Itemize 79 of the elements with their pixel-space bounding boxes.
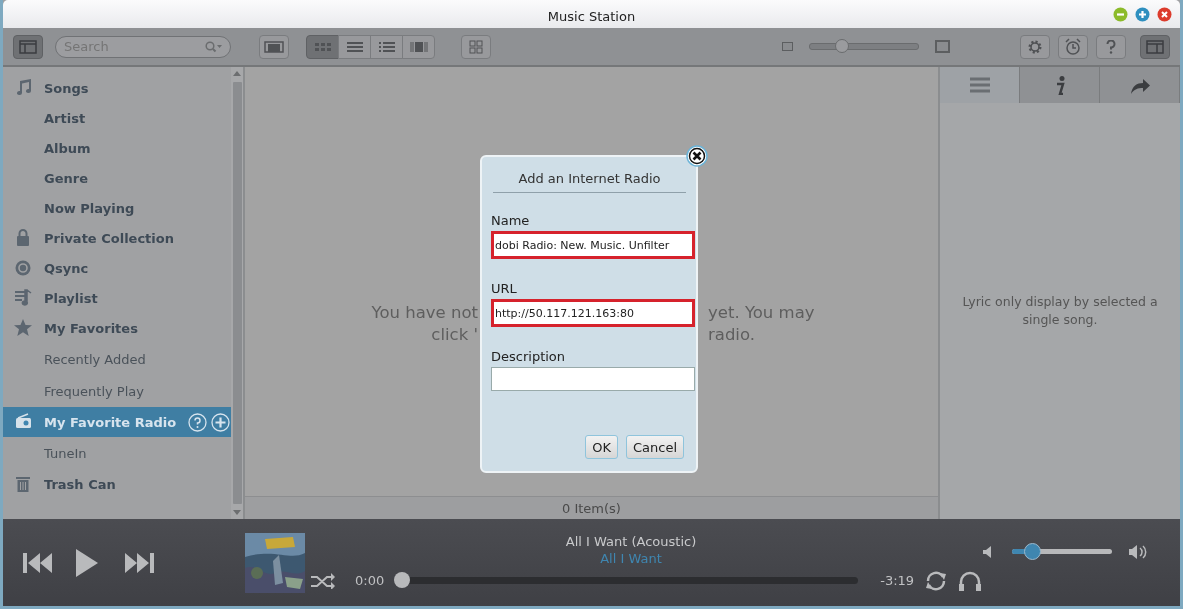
play-button[interactable] <box>75 548 99 577</box>
view-mode-button[interactable] <box>402 34 435 59</box>
list-tab[interactable] <box>940 67 1020 103</box>
input-field[interactable]: http://50.117.121.163:80 <box>491 299 695 327</box>
large-thumbnail-icon <box>935 40 950 53</box>
empty-message: yet. You may <box>708 301 816 324</box>
question-mark-icon <box>1106 39 1116 54</box>
field-label: URL <box>491 281 517 296</box>
view-mode-button[interactable] <box>370 34 403 59</box>
info-icon <box>1054 75 1065 95</box>
sidebar-item[interactable]: My Favorite Radio <box>3 407 231 437</box>
scrollbar[interactable] <box>231 67 243 519</box>
star-icon <box>13 318 33 338</box>
panel-toggle-button[interactable] <box>1140 34 1170 59</box>
empty-message: You have not <box>370 301 478 324</box>
remaining-time: -3:19 <box>880 573 915 588</box>
close-icon[interactable] <box>1157 7 1172 22</box>
dialog-title: Add an Internet Radio <box>493 171 686 193</box>
grid-icon <box>313 41 332 52</box>
window-title: Music Station <box>547 8 636 24</box>
cover-flow-button[interactable] <box>259 34 289 59</box>
minimize-icon[interactable] <box>1113 7 1128 22</box>
sidebar-item[interactable]: Playlist <box>3 283 231 313</box>
volume-high-icon[interactable] <box>1128 543 1148 560</box>
view-mode-button[interactable] <box>338 34 371 59</box>
alarm-button[interactable] <box>1058 34 1088 59</box>
item-count: 0 Item(s) <box>245 496 938 519</box>
sidebar-item[interactable]: Private Collection <box>3 223 231 253</box>
sidebar-item[interactable]: Songs <box>3 73 231 103</box>
sidebar-toggle-button[interactable] <box>13 34 43 59</box>
maximize-icon[interactable] <box>1135 7 1150 22</box>
scroll-up-icon[interactable] <box>233 71 241 76</box>
repeat-icon[interactable] <box>924 569 949 592</box>
trash-icon <box>13 474 33 494</box>
field-label: Description <box>491 349 566 364</box>
input-field[interactable] <box>491 367 695 391</box>
sidebar-item[interactable]: Now Playing <box>3 193 231 223</box>
empty-message: click ' <box>430 323 478 346</box>
sidebar-item[interactable]: Trash Can <box>3 469 231 499</box>
sidebar-item[interactable]: Genre <box>3 163 231 193</box>
multi-select-button[interactable] <box>461 34 491 59</box>
ok-button[interactable]: OK <box>585 435 618 459</box>
headphones-icon[interactable] <box>958 569 983 592</box>
sidebar-item[interactable]: Recently Added <box>3 343 231 375</box>
sidebar-item[interactable]: Artist <box>3 103 231 133</box>
menu-icon <box>968 75 991 95</box>
input-field[interactable]: dobi Radio: New. Music. Unfilter <box>491 231 695 259</box>
sidebar-item[interactable]: Frequently Play <box>3 375 231 407</box>
field-label: Name <box>491 213 530 228</box>
song-title: All I Want (Acoustic) <box>565 533 697 549</box>
shuffle-icon[interactable] <box>311 572 335 589</box>
settings-icon <box>1027 38 1043 55</box>
close-button[interactable] <box>686 145 708 167</box>
sidebar-item[interactable]: My Favorites <box>3 313 231 343</box>
lyric-note: Lyric only display by selected a single song. <box>961 293 1159 329</box>
sidebar-item[interactable]: Album <box>3 133 231 163</box>
settings-button[interactable] <box>1020 34 1050 59</box>
alarm-clock-icon <box>1064 38 1082 55</box>
checkbox-grid-icon <box>469 39 483 54</box>
cancel-button[interactable]: Cancel <box>625 435 684 459</box>
artist-link[interactable]: All I Want <box>600 550 662 566</box>
sidebar-item[interactable]: Qsync <box>3 253 231 283</box>
add-icon[interactable] <box>211 412 231 432</box>
detail-list-icon <box>377 41 396 52</box>
scroll-down-icon[interactable] <box>233 510 241 515</box>
elapsed-time: 0:00 <box>355 573 385 588</box>
empty-message: radio. <box>708 323 756 346</box>
small-thumbnail-icon <box>782 42 793 51</box>
filmstrip-icon <box>409 41 428 52</box>
playlist-icon <box>13 288 33 308</box>
help-button[interactable] <box>1096 34 1126 59</box>
layout-icon <box>19 39 37 54</box>
list-icon <box>345 41 364 52</box>
help-icon[interactable] <box>188 412 208 432</box>
search-icon[interactable] <box>205 40 223 53</box>
view-mode-button[interactable] <box>306 34 339 59</box>
sidebar-item[interactable]: TuneIn <box>3 437 231 469</box>
cover-flow-icon <box>264 40 284 53</box>
layout-icon <box>1146 39 1164 54</box>
